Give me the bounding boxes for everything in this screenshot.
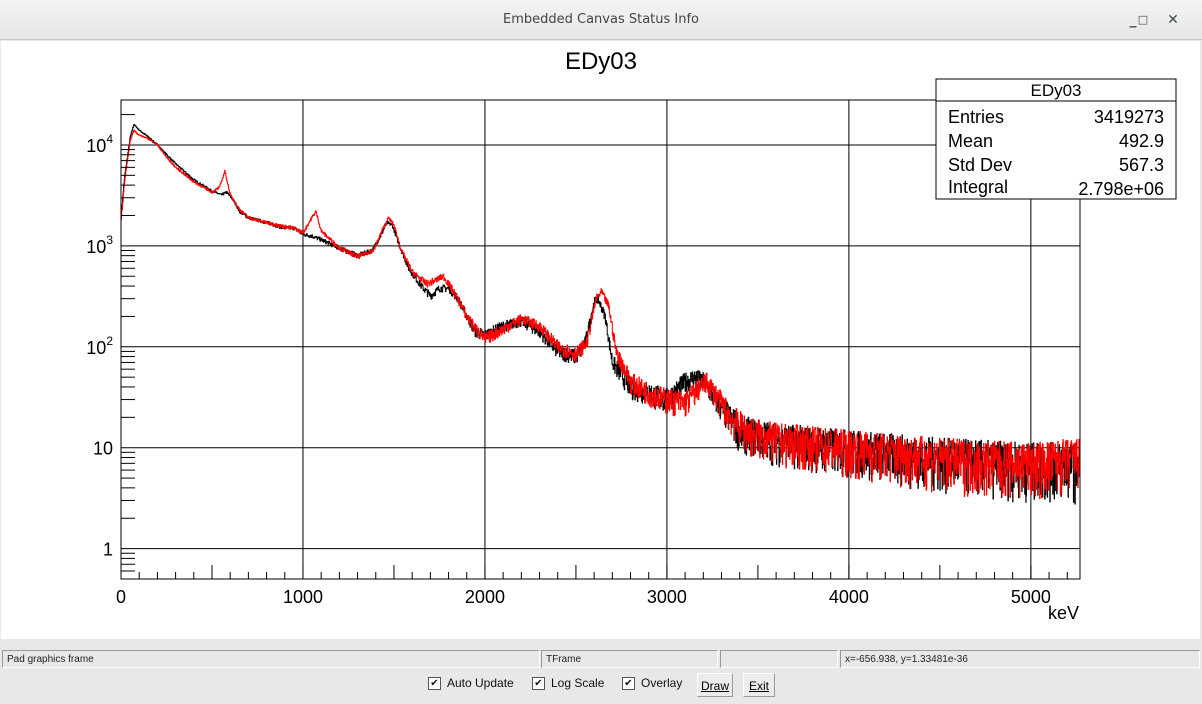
exit-button[interactable]: Exit xyxy=(743,673,775,697)
stats-value: 567.3 xyxy=(1119,155,1164,175)
stats-value: 492.9 xyxy=(1119,131,1164,151)
stats-label: Integral xyxy=(948,177,1008,197)
x-tick-label: 1000 xyxy=(283,587,323,607)
log-scale-checkbox[interactable]: ✔ Log Scale xyxy=(532,676,604,690)
y-tick-label: 102 xyxy=(86,334,113,358)
status-class: TFrame xyxy=(541,650,718,668)
title-bar: Embedded Canvas Status Info _ □ ✕ xyxy=(0,0,1202,40)
chart-title: EDy03 xyxy=(565,48,637,75)
x-tick-label: 0 xyxy=(116,587,126,607)
stats-box: EDy03 Entries 3419273 Mean 492.9 Std Dev… xyxy=(935,78,1177,200)
stats-label: Std Dev xyxy=(948,155,1012,175)
checkbox-icon[interactable]: ✔ xyxy=(428,676,441,690)
checkbox-icon[interactable]: ✔ xyxy=(532,676,545,690)
draw-button[interactable]: Draw xyxy=(697,673,733,697)
auto-update-label: Auto Update xyxy=(447,676,514,690)
checkbox-icon[interactable]: ✔ xyxy=(622,676,635,690)
y-tick-label: 104 xyxy=(86,132,113,156)
log-scale-label: Log Scale xyxy=(551,676,605,690)
overlay-checkbox[interactable]: ✔ Overlay xyxy=(622,676,682,690)
status-coords: x=-656.938, y=1.33481e-36 xyxy=(840,650,1200,668)
y-tick-label: 103 xyxy=(86,233,113,257)
x-axis-label: keV xyxy=(1048,603,1079,623)
y-tick-label: 1 xyxy=(103,540,113,560)
close-icon[interactable]: ✕ xyxy=(1163,10,1183,30)
x-tick-label: 3000 xyxy=(647,587,687,607)
x-tick-label: 2000 xyxy=(465,587,505,607)
stats-label: Mean xyxy=(948,131,993,151)
x-tick-label: 5000 xyxy=(1011,587,1051,607)
auto-update-checkbox[interactable]: ✔ Auto Update xyxy=(428,676,514,690)
status-object: Pad graphics frame xyxy=(2,650,540,668)
stats-title: EDy03 xyxy=(1030,81,1081,100)
overlay-label: Overlay xyxy=(641,676,683,690)
maximize-icon[interactable]: □ xyxy=(1133,10,1153,30)
stats-value: 3419273 xyxy=(1094,107,1164,127)
stats-label: Entries xyxy=(948,107,1004,127)
histogram-chart[interactable]: EDy03 0 1000 2000 3000 4000 5000110102103104 … xyxy=(1,41,1200,639)
window-title: Embedded Canvas Status Info xyxy=(502,12,700,27)
plot-canvas[interactable]: EDy03 0 1000 2000 3000 4000 5000 1 10 102 103 104 … xyxy=(1,41,1200,639)
stats-value: 2.798e+06 xyxy=(1078,179,1164,199)
y-tick-label: 10 xyxy=(93,439,113,459)
status-extra xyxy=(720,650,838,668)
x-tick-label: 4000 xyxy=(829,587,869,607)
